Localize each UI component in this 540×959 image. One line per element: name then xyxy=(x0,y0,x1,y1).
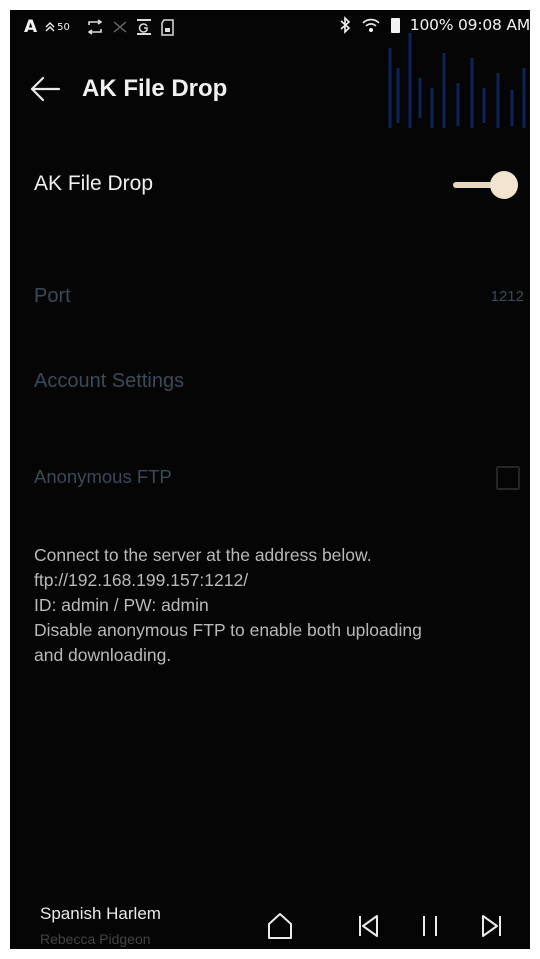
signal-chevron-icon xyxy=(45,22,55,32)
info-line-credentials: ID: admin / PW: admin xyxy=(34,595,209,615)
song-artist[interactable]: Rebecca Pidgeon xyxy=(40,931,151,947)
sd-card-icon xyxy=(161,18,174,36)
anonymous-ftp-row[interactable]: Anonymous FTP xyxy=(10,465,530,493)
port-value: 1212 xyxy=(490,288,524,305)
info-line-address: ftp://192.168.199.157:1212/ xyxy=(34,570,249,590)
signal-value: 50 xyxy=(57,21,70,33)
connection-info: Connect to the server at the address bel… xyxy=(34,543,514,668)
signal-indicator: 50 xyxy=(45,21,70,33)
page-title: AK File Drop xyxy=(82,75,228,102)
eq-icon xyxy=(136,19,151,35)
port-row[interactable]: Port 1212 xyxy=(10,285,530,315)
account-settings-row[interactable]: Account Settings xyxy=(10,370,530,400)
song-title[interactable]: Spanish Harlem xyxy=(40,904,161,924)
toggle-knob xyxy=(490,171,518,199)
status-left: A 50 xyxy=(24,17,175,37)
port-label: Port xyxy=(34,285,71,307)
anonymous-ftp-checkbox[interactable] xyxy=(496,466,520,490)
bluetooth-icon xyxy=(340,16,350,34)
file-drop-toggle-row[interactable]: AK File Drop xyxy=(10,169,530,202)
file-drop-toggle[interactable] xyxy=(453,169,523,201)
status-indicator-letter: A xyxy=(24,17,38,37)
back-arrow-icon[interactable] xyxy=(28,72,62,106)
account-settings-label: Account Settings xyxy=(34,370,185,392)
info-line-downloading: and downloading. xyxy=(34,645,172,665)
home-icon[interactable] xyxy=(267,912,293,940)
file-drop-toggle-label: AK File Drop xyxy=(34,172,154,195)
wifi-icon xyxy=(362,18,380,32)
repeat-icon xyxy=(87,19,103,35)
info-line-connect: Connect to the server at the address bel… xyxy=(34,545,372,565)
pause-icon[interactable] xyxy=(420,914,440,938)
anonymous-ftp-label: Anonymous FTP xyxy=(34,466,172,487)
previous-track-icon[interactable] xyxy=(358,914,380,938)
next-track-icon[interactable] xyxy=(480,914,502,938)
screen: A 50 100% 09:08 AM AK File Drop AK File … xyxy=(10,10,530,949)
shuffle-icon xyxy=(113,21,127,33)
waveform-decoration xyxy=(388,33,526,128)
info-line-disable: Disable anonymous FTP to enable both upl… xyxy=(34,620,422,640)
mini-player: Spanish Harlem Rebecca Pidgeon xyxy=(10,890,530,949)
